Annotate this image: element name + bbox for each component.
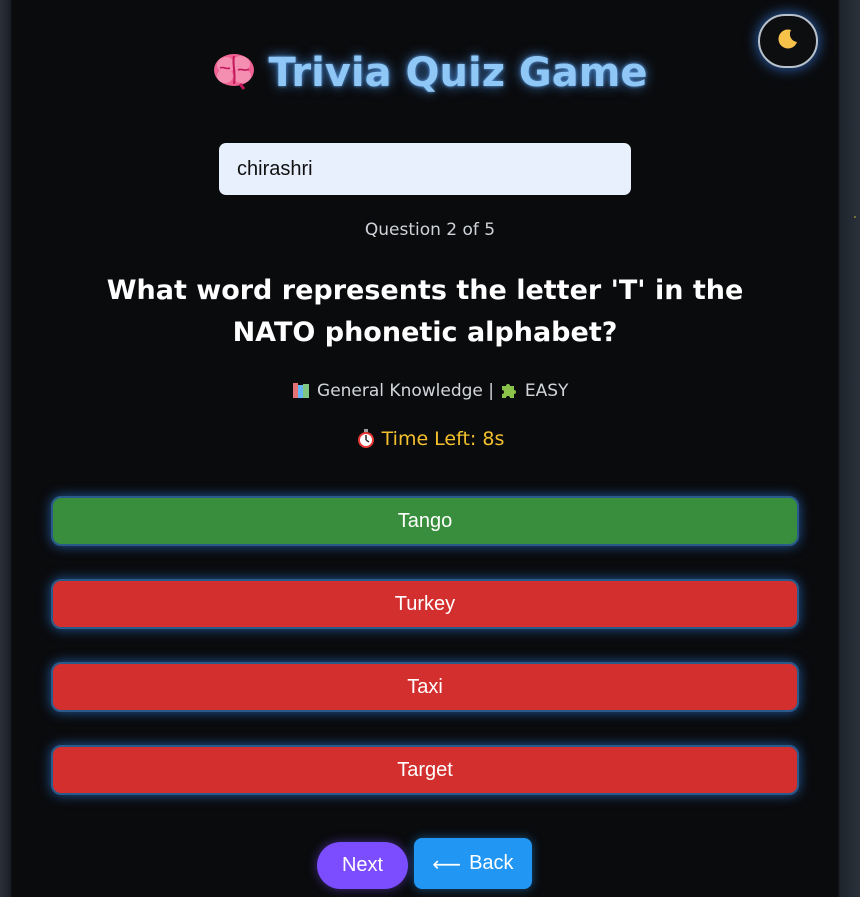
books-icon xyxy=(292,381,312,404)
answer-option[interactable]: Turkey xyxy=(51,579,799,629)
app-title: Trivia Quiz Game xyxy=(0,50,860,96)
answer-label: Target xyxy=(397,758,453,781)
difficulty-label: EASY xyxy=(524,381,569,401)
player-name-input[interactable] xyxy=(219,143,631,195)
question-meta: General Knowledge | EASY xyxy=(0,381,860,404)
theme-toggle-button[interactable] xyxy=(758,14,818,68)
back-arrow-icon: ⟵ xyxy=(432,851,462,876)
question-counter: Question 2 of 5 xyxy=(364,220,496,240)
next-button[interactable]: Next xyxy=(317,842,408,889)
back-button[interactable]: ⟵ Back xyxy=(414,838,532,889)
answer-option[interactable]: Taxi xyxy=(51,662,799,712)
back-button-label: Back xyxy=(469,852,514,874)
category-label: General Knowledge xyxy=(317,381,483,401)
answer-label: Taxi xyxy=(407,675,443,698)
stopwatch-icon xyxy=(356,428,376,453)
timer-text: Time Left: 8s xyxy=(381,428,505,450)
next-button-label: Next xyxy=(341,854,384,876)
answer-label: Turkey xyxy=(394,592,456,615)
moon-icon xyxy=(776,27,800,55)
answer-label: Tango xyxy=(397,509,453,532)
question-text: What word represents the letter 'T' in t… xyxy=(106,275,744,348)
puzzle-icon xyxy=(499,381,519,404)
brain-icon xyxy=(212,50,256,90)
answer-option[interactable]: Target xyxy=(51,745,799,795)
background-sparkle xyxy=(854,216,856,218)
app-title-text: Trivia Quiz Game xyxy=(268,50,648,96)
timer: Time Left: 8s xyxy=(0,428,860,453)
meta-separator: | xyxy=(488,381,495,401)
answer-option[interactable]: Tango xyxy=(51,496,799,546)
